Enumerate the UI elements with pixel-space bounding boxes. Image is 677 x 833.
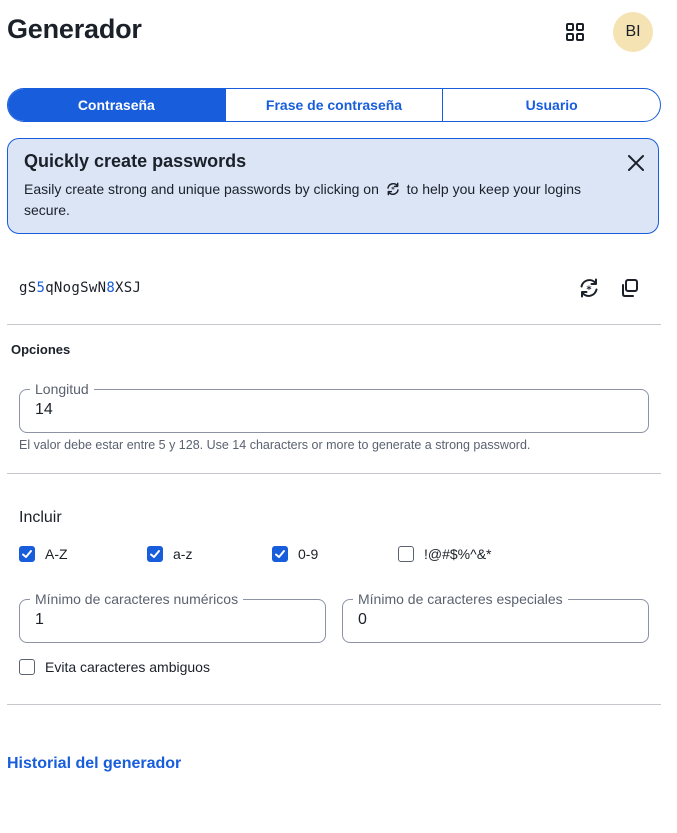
avatar[interactable]: BI [613,12,653,52]
checkbox-box[interactable] [398,546,414,562]
tab-username[interactable]: Usuario [442,89,660,121]
checkbox-numbers[interactable]: 0-9 [272,546,318,562]
callout-text-start: Easily create strong and unique password… [24,181,379,197]
length-hint: El valor debe estar entre 5 y 128. Use 1… [19,438,531,452]
tab-passphrase[interactable]: Frase de contraseña [224,89,443,121]
copy-icon[interactable] [619,277,641,299]
tab-password[interactable]: Contraseña [8,89,225,121]
min-numbers-field[interactable]: Mínimo de caracteres numéricos 1 [19,591,326,643]
svg-text:*: * [586,285,592,296]
divider [7,473,661,474]
callout-body: Easily create strong and unique password… [24,179,594,221]
min-special-label: Mínimo de caracteres especiales [353,591,568,607]
callout-title: Quickly create passwords [24,151,247,171]
regenerate-icon[interactable]: * [577,276,601,300]
min-numbers-label: Mínimo de caracteres numéricos [30,591,244,607]
checkbox-label: Evita caracteres ambiguos [45,659,210,675]
checkbox-avoid-ambiguous[interactable]: Evita caracteres ambiguos [19,659,210,675]
divider [7,704,661,705]
password-chars: qNogSwN [45,280,107,296]
regenerate-icon: * [385,181,401,197]
checkbox-box[interactable] [272,546,288,562]
checkbox-box[interactable] [147,546,163,562]
checkbox-uppercase[interactable]: A-Z [19,546,68,562]
checkbox-label: A-Z [45,546,68,562]
password-chars: gS [19,280,37,296]
generated-password-row: gS5qNogSwN8XSJ * [7,268,659,308]
close-icon[interactable] [626,153,646,173]
password-chars: XSJ [115,280,142,296]
checkbox-box[interactable] [19,659,35,675]
include-label: Incluir [19,509,62,526]
info-callout: Quickly create passwords Easily create s… [7,138,659,234]
checkbox-label: 0-9 [298,546,319,562]
options-title: Opciones [11,342,71,357]
length-field[interactable]: Longitud 14 [19,381,649,433]
password-digit: 8 [106,280,116,296]
grid-icon[interactable] [565,22,585,42]
checkbox-box[interactable] [19,546,35,562]
min-special-input[interactable]: 0 [358,611,367,629]
length-label: Longitud [30,381,94,397]
page-header: Generador [7,12,657,52]
length-input[interactable]: 14 [35,401,53,419]
generated-password: gS5qNogSwN8XSJ [19,280,141,296]
checkbox-lowercase[interactable]: a-z [147,546,192,562]
page-title: Generador [7,14,142,44]
password-digit: 5 [36,280,46,296]
generator-type-tabs: Contraseña Frase de contraseña Usuario [7,88,661,122]
checkbox-label: a-z [173,546,193,562]
min-numbers-input[interactable]: 1 [35,611,44,629]
generator-history-link[interactable]: Historial del generador [7,755,181,773]
min-special-field[interactable]: Mínimo de caracteres especiales 0 [342,591,649,643]
checkbox-special[interactable]: !@#$%^&* [398,546,491,562]
checkbox-label: !@#$%^&* [424,546,492,562]
divider [7,324,661,325]
svg-text:*: * [391,186,395,194]
